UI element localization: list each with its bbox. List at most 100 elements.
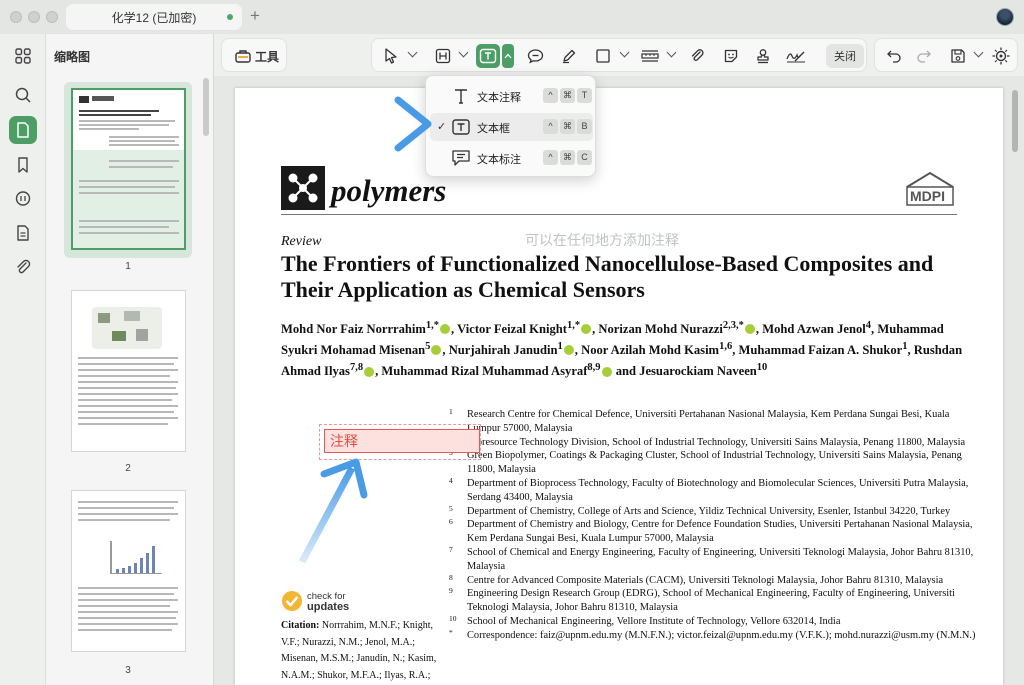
affiliation-number: * (449, 627, 453, 637)
highlight-tool-dropdown[interactable] (458, 47, 469, 58)
rail-search-button[interactable] (9, 81, 37, 109)
journal-name: polymers (331, 173, 447, 208)
rail-grid-button[interactable] (9, 42, 37, 70)
comment-tool-button[interactable] (524, 44, 546, 68)
shape-tool-button[interactable] (592, 44, 614, 68)
select-tool-dropdown[interactable] (407, 47, 418, 58)
author-name: , Muhammad Rizal Muhammad Asyraf (375, 364, 588, 379)
text-box-icon (452, 119, 470, 135)
thumbnail-page-2[interactable]: 2 (64, 284, 192, 474)
menu-item-label: 文本标注 (477, 154, 521, 166)
signature-icon (786, 51, 805, 63)
affiliation-item: 2Bioresource Technology Division, School… (447, 435, 977, 450)
menu-item-text-comment[interactable]: 文本注释 ^ ⌘ T (430, 82, 593, 110)
orcid-icon[interactable] (581, 324, 592, 335)
thumbnail-page-1[interactable]: 1 (64, 82, 192, 272)
paperclip-icon (17, 259, 31, 274)
rail-document-button[interactable] (9, 219, 37, 247)
affiliation-item: 3Green Biopolymer, Coatings & Packaging … (447, 448, 977, 477)
sticker-tool-button[interactable] (720, 44, 742, 68)
close-markup-button[interactable]: 关闭 (826, 44, 864, 68)
text-box-annotation[interactable]: 注释 (319, 424, 481, 460)
attach-tool-button[interactable] (686, 44, 708, 68)
affiliation-text: Engineering Design Research Group (EDRG)… (467, 588, 955, 614)
zoom-window-button[interactable] (46, 11, 58, 23)
check-updates-line2: updates (307, 601, 350, 613)
document-viewport[interactable]: polymers MDPI 可以在任何地方添加注释 Review The Fro… (214, 76, 1024, 685)
close-window-button[interactable] (10, 11, 22, 23)
rail-attachment-button[interactable] (9, 253, 37, 281)
text-box-annotation-content[interactable]: 注释 (324, 429, 480, 453)
author-affil: 2,3,* (722, 320, 744, 331)
polymers-logo-icon (281, 166, 325, 210)
author-name: , Noor Azilah Mohd Kasim (574, 343, 720, 358)
redo-icon (917, 50, 931, 63)
orcid-icon[interactable] (440, 324, 451, 335)
author-name: and Jesuarockiam Naveen (612, 364, 757, 379)
avatar[interactable] (996, 8, 1014, 26)
check-for-updates-badge[interactable]: check for updates (281, 590, 391, 614)
affiliation-item: 4 Department of Bioprocess Technology, Fa… (447, 475, 977, 505)
orcid-icon[interactable] (563, 345, 574, 356)
correspondence: * Correspondence: faiz@upnm.edu.my (M.N.F… (447, 627, 977, 643)
rail-comments-button[interactable] (9, 185, 37, 213)
shape-tool-dropdown[interactable] (619, 47, 630, 58)
document-tab[interactable]: 化学12 (已加密) (66, 4, 242, 30)
affiliation-number: 10 (449, 613, 457, 623)
affiliation-item: 1 Research Centre for Chemical Defence, U… (447, 407, 977, 436)
author-name: , Norizan Mohd Nurazzi (592, 322, 723, 337)
shortcut-key: C (577, 150, 592, 165)
affiliation-number: 4 (449, 475, 453, 485)
rail-bookmark-button[interactable] (9, 151, 37, 179)
tools-button[interactable]: 工具 (221, 38, 287, 72)
comment-icon (15, 191, 31, 206)
shortcut-key: ^ (543, 88, 558, 103)
tools-label: 工具 (254, 49, 279, 64)
menu-item-text-callout[interactable]: 文本标注 ^ ⌘ C (430, 144, 593, 172)
measure-tool-button[interactable] (638, 44, 662, 68)
annotation-hint: 可以在任何地方添加注释 (525, 232, 679, 248)
affiliation-text: Department of Bioprocess Technology, Fac… (467, 477, 969, 503)
ai-assistant-button[interactable] (989, 44, 1013, 68)
text-tool-dropdown[interactable] (502, 44, 514, 68)
save-button[interactable] (947, 44, 969, 68)
author-affil: 1 (557, 341, 563, 353)
thumbnail-scrollbar[interactable] (203, 78, 209, 136)
orcid-icon[interactable] (601, 366, 612, 377)
title-bar: 化学12 (已加密) + (0, 0, 1024, 34)
ruler-icon (641, 50, 659, 62)
affiliation-number: 1 (449, 407, 453, 416)
new-tab-button[interactable]: + (250, 6, 260, 26)
orcid-icon[interactable] (431, 345, 442, 356)
affiliation-item: 7 School of Chemical and Energy Engineeri… (447, 545, 977, 574)
select-tool-button[interactable] (380, 44, 402, 68)
author-affil: 8,9 (587, 362, 601, 374)
author-name: , Nurjahirah Janudin (442, 343, 558, 358)
signature-tool-button[interactable] (784, 44, 808, 68)
pdf-page[interactable]: polymers MDPI 可以在任何地方添加注释 Review The Fro… (235, 88, 1003, 685)
stamp-tool-button[interactable] (752, 44, 774, 68)
save-dropdown[interactable] (973, 47, 984, 58)
chevron-up-icon (504, 53, 512, 59)
undo-button[interactable] (883, 44, 905, 68)
minimize-window-button[interactable] (28, 11, 40, 23)
measure-tool-dropdown[interactable] (666, 47, 677, 58)
menu-item-label: 文本框 (477, 123, 510, 135)
tab-status-dot (227, 14, 233, 20)
author-name: Mohd Nor Faiz Norrrahim (281, 322, 426, 337)
menu-item-text-box[interactable]: ✓ 文本框 ^ ⌘ B (430, 113, 593, 141)
thumbnail-page-3[interactable]: 3 (64, 484, 192, 676)
rail-thumbnails-button[interactable] (9, 116, 37, 144)
save-icon (951, 49, 965, 63)
thumbnail-panel: 缩略图 1 2 3 (46, 34, 214, 685)
document-scrollbar[interactable] (1012, 90, 1018, 152)
highlight-tool-button[interactable] (432, 44, 454, 68)
text-box-tool-button[interactable] (476, 44, 500, 68)
left-rail (0, 34, 46, 685)
pencil-tool-button[interactable] (558, 44, 580, 68)
orcid-icon[interactable] (744, 324, 755, 335)
check-updates-icon (282, 591, 302, 611)
redo-button[interactable] (913, 44, 935, 68)
orcid-icon[interactable] (364, 366, 375, 377)
ai-assistant-icon (992, 47, 1010, 65)
